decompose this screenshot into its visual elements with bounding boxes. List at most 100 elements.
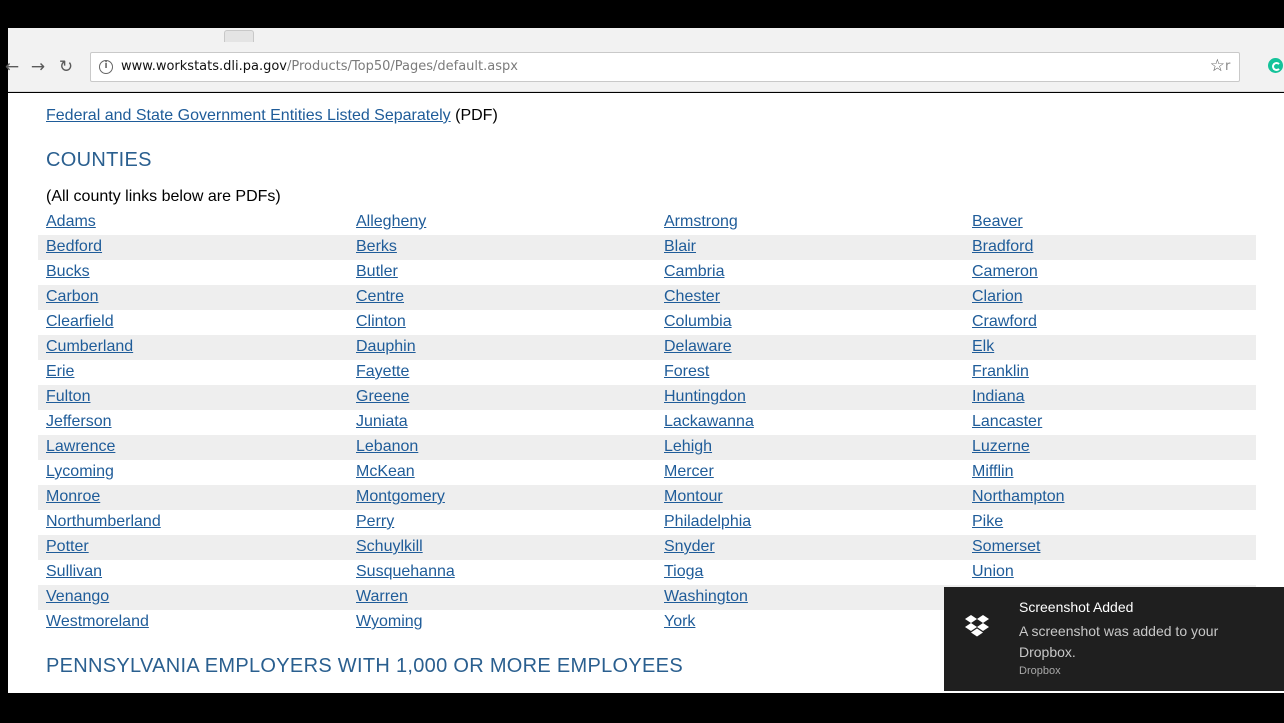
county-row: Lawrence Lebanon Lehigh Luzerne (38, 435, 1256, 460)
county-link[interactable]: Lycoming (46, 463, 114, 481)
county-link[interactable]: Huntingdon (664, 388, 746, 406)
grammarly-icon[interactable] (1268, 58, 1283, 73)
county-link[interactable]: York (664, 613, 695, 631)
county-link[interactable]: Clearfield (46, 313, 114, 331)
county-link[interactable]: Cumberland (46, 338, 133, 356)
county-row: Cumberland Dauphin Delaware Elk (38, 335, 1256, 360)
county-link[interactable]: Indiana (972, 388, 1025, 406)
county-link[interactable]: Juniata (356, 413, 408, 431)
county-link[interactable]: McKean (356, 463, 415, 481)
county-link[interactable]: Tioga (664, 563, 703, 581)
county-link[interactable]: Mercer (664, 463, 714, 481)
federal-entities-suffix: (PDF) (450, 107, 498, 124)
bookmark-star-icon[interactable]: ☆ (1210, 56, 1225, 76)
county-link[interactable]: Elk (972, 338, 994, 356)
county-link[interactable]: Mifflin (972, 463, 1014, 481)
reload-icon[interactable]: ↻ (56, 56, 76, 78)
county-link[interactable]: Perry (356, 513, 394, 531)
county-link[interactable]: Bradford (972, 238, 1033, 256)
county-link[interactable]: Lawrence (46, 438, 115, 456)
county-link[interactable]: Potter (46, 538, 89, 556)
county-row: Monroe Montgomery Montour Northampton (38, 485, 1256, 510)
county-link[interactable]: Dauphin (356, 338, 416, 356)
county-link[interactable]: Clarion (972, 288, 1023, 306)
county-link[interactable]: Armstrong (664, 213, 738, 231)
back-arrow-icon[interactable]: ← (2, 56, 22, 78)
county-link[interactable]: Jefferson (46, 413, 112, 431)
county-link[interactable]: Somerset (972, 538, 1040, 556)
screen-left-border (0, 40, 8, 693)
county-row: Bucks Butler Cambria Cameron (38, 260, 1256, 285)
forward-arrow-icon[interactable]: → (28, 56, 48, 78)
county-row: Adams Allegheny Armstrong Beaver (38, 210, 1256, 235)
county-link[interactable]: Crawford (972, 313, 1037, 331)
county-link[interactable]: Northumberland (46, 513, 161, 531)
county-link[interactable]: Clinton (356, 313, 406, 331)
county-link[interactable]: Cambria (664, 263, 724, 281)
county-row: Jefferson Juniata Lackawanna Lancaster (38, 410, 1256, 435)
county-link[interactable]: Fayette (356, 363, 409, 381)
county-row: Northumberland Perry Philadelphia Pike (38, 510, 1256, 535)
county-link[interactable]: Snyder (664, 538, 715, 556)
county-row: Clearfield Clinton Columbia Crawford (38, 310, 1256, 335)
county-row: Fulton Greene Huntingdon Indiana (38, 385, 1256, 410)
county-link[interactable]: Philadelphia (664, 513, 751, 531)
county-link[interactable]: Greene (356, 388, 409, 406)
county-link[interactable]: Forest (664, 363, 709, 381)
federal-entities-line: Federal and State Government Entities Li… (46, 107, 498, 125)
county-link[interactable]: Beaver (972, 213, 1023, 231)
tab-strip (8, 28, 1284, 42)
county-link[interactable]: Pike (972, 513, 1003, 531)
url-domain: www.workstats.dli.pa.gov (121, 59, 287, 74)
county-link[interactable]: Blair (664, 238, 696, 256)
county-link[interactable]: Franklin (972, 363, 1029, 381)
extension-r-icon[interactable]: r (1225, 59, 1230, 74)
county-link[interactable]: Union (972, 563, 1014, 581)
dropbox-notification[interactable]: Screenshot Added A screenshot was added … (944, 587, 1284, 691)
county-link[interactable]: Berks (356, 238, 397, 256)
county-link[interactable]: Cameron (972, 263, 1038, 281)
info-icon[interactable]: i (99, 60, 113, 74)
url-path: /Products/Top50/Pages/default.aspx (287, 59, 518, 74)
county-link[interactable]: Venango (46, 588, 109, 606)
county-link[interactable]: Warren (356, 588, 408, 606)
county-link[interactable]: Susquehanna (356, 563, 455, 581)
url-text[interactable]: www.workstats.dli.pa.gov/Products/Top50/… (121, 59, 518, 74)
county-link[interactable]: Lehigh (664, 438, 712, 456)
county-link[interactable]: Chester (664, 288, 720, 306)
address-bar[interactable]: i www.workstats.dli.pa.gov/Products/Top5… (90, 52, 1240, 82)
county-row: Potter Schuylkill Snyder Somerset (38, 535, 1256, 560)
new-tab-button[interactable] (224, 30, 254, 42)
federal-entities-link[interactable]: Federal and State Government Entities Li… (46, 107, 451, 124)
county-link[interactable]: Monroe (46, 488, 100, 506)
county-link[interactable]: Luzerne (972, 438, 1030, 456)
county-link[interactable]: Bedford (46, 238, 102, 256)
county-link[interactable]: Lackawanna (664, 413, 754, 431)
county-link[interactable]: Adams (46, 213, 96, 231)
county-link[interactable]: Northampton (972, 488, 1065, 506)
county-link[interactable]: Fulton (46, 388, 90, 406)
county-link[interactable]: Bucks (46, 263, 90, 281)
county-link[interactable]: Centre (356, 288, 404, 306)
county-link[interactable]: Lebanon (356, 438, 418, 456)
county-link[interactable]: Montgomery (356, 488, 445, 506)
county-link[interactable]: Erie (46, 363, 74, 381)
county-link[interactable]: Westmoreland (46, 613, 149, 631)
county-link[interactable]: Delaware (664, 338, 732, 356)
county-link[interactable]: Montour (664, 488, 723, 506)
county-link[interactable]: Lancaster (972, 413, 1042, 431)
county-link[interactable]: Allegheny (356, 213, 426, 231)
county-row: Carbon Centre Chester Clarion (38, 285, 1256, 310)
dropbox-icon (965, 615, 989, 637)
browser-tab[interactable] (8, 28, 222, 42)
counties-note: (All county links below are PDFs) (46, 188, 281, 205)
county-link[interactable]: Carbon (46, 288, 98, 306)
county-link[interactable]: Sullivan (46, 563, 102, 581)
counties-heading: COUNTIES (46, 149, 152, 171)
county-link[interactable]: Schuylkill (356, 538, 423, 556)
county-link[interactable]: Washington (664, 588, 748, 606)
employers-heading: PENNSYLVANIA EMPLOYERS WITH 1,000 OR MOR… (46, 655, 683, 677)
county-link[interactable]: Columbia (664, 313, 732, 331)
county-link[interactable]: Butler (356, 263, 398, 281)
county-link[interactable]: Wyoming (356, 613, 423, 631)
